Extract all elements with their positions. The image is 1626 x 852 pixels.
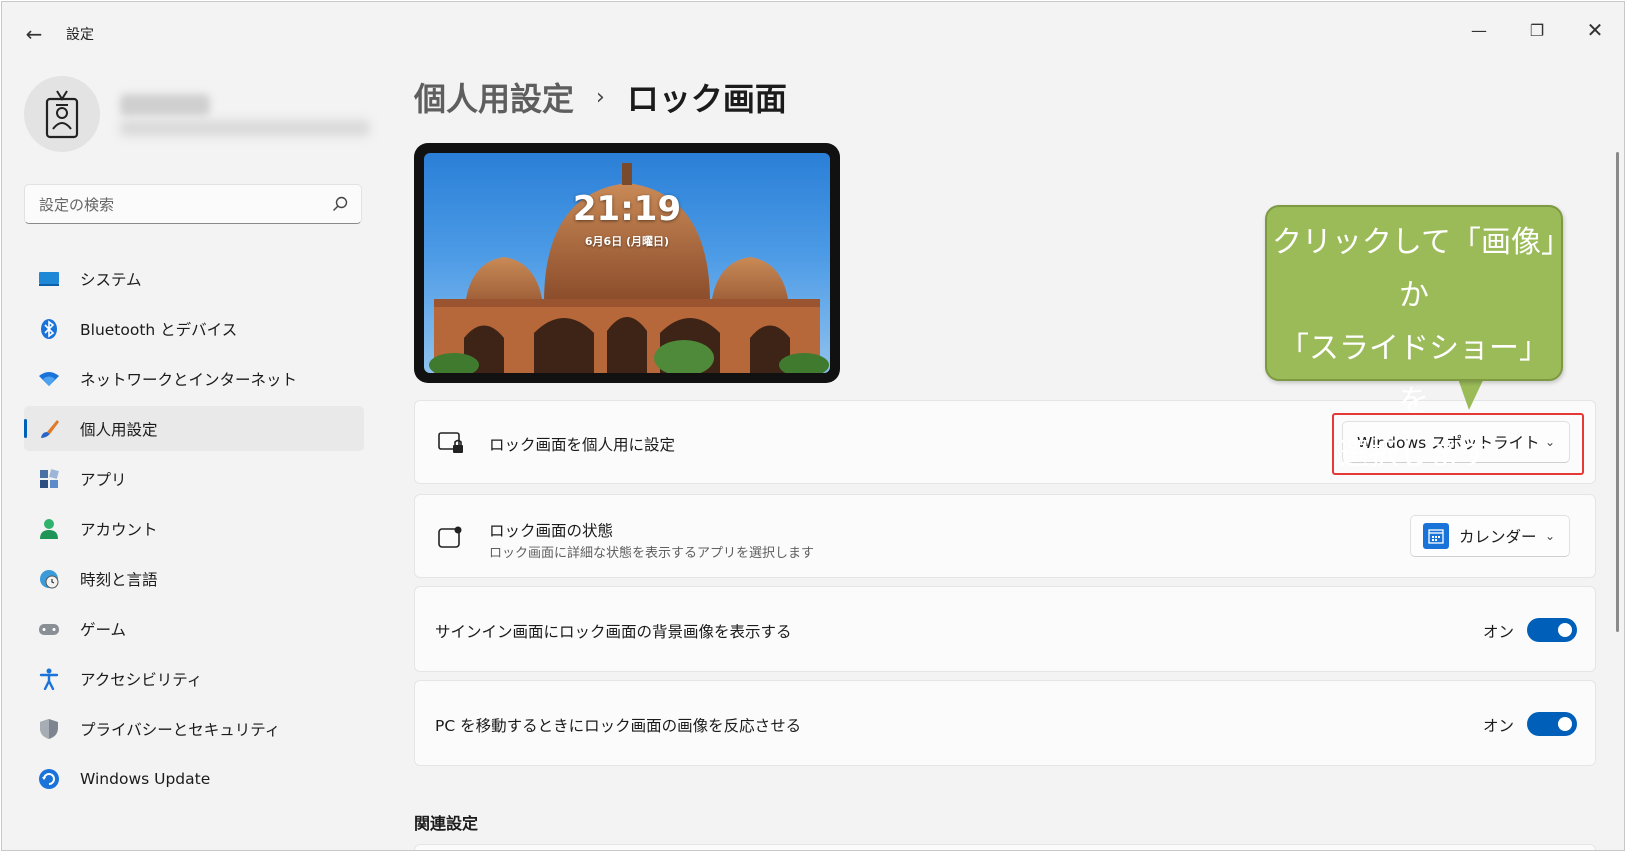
sidebar-item-label: Windows Update	[80, 769, 211, 788]
avatar[interactable]	[24, 76, 100, 152]
maximize-button[interactable]: ❐	[1514, 12, 1560, 48]
back-arrow-icon[interactable]: ←	[20, 20, 48, 48]
sidebar-item-accounts[interactable]: アカウント	[24, 506, 364, 551]
sidebar-item-label: ゲーム	[80, 620, 127, 639]
breadcrumb: 個人用設定 › ロック画面	[414, 74, 787, 120]
search-icon[interactable]	[331, 195, 349, 213]
scrollbar[interactable]	[1616, 152, 1619, 632]
sidebar-item-accessibility[interactable]: アクセシビリティ	[24, 656, 364, 701]
sidebar-item-privacy[interactable]: プライバシーとセキュリティ	[24, 706, 364, 751]
card-title: ロック画面の状態	[489, 522, 614, 540]
wifi-icon	[38, 368, 60, 390]
toggle-state-label: オン	[1483, 717, 1515, 735]
callout-line: 「スライドショー」を	[1279, 331, 1549, 419]
sidebar-item-label: プライバシーとセキュリティ	[80, 720, 281, 739]
related-settings-card[interactable]	[414, 844, 1596, 850]
app-title: 設定	[66, 27, 94, 43]
breadcrumb-parent[interactable]: 個人用設定	[414, 74, 574, 120]
gamepad-icon	[38, 618, 60, 640]
sidebar-item-label: アクセシビリティ	[80, 670, 203, 689]
sidebar-item-bluetooth[interactable]: Bluetooth とデバイス	[24, 306, 364, 351]
windows-update-icon	[38, 768, 60, 790]
system-display-icon	[38, 268, 60, 290]
chevron-down-icon: ⌄	[1544, 529, 1555, 543]
palace-image	[429, 163, 829, 373]
lock-screen-status-card: ロック画面の状態 ロック画面に詳細な状態を表示するアプリを選択します カレンダー…	[414, 494, 1596, 578]
settings-window: ← 設定 — ❐ ✕ システム	[1, 1, 1625, 851]
minimize-button[interactable]: —	[1456, 12, 1502, 48]
callout-line: 選択します	[1339, 437, 1489, 472]
globe-clock-icon	[38, 568, 60, 590]
preview-time: 21:19	[572, 189, 682, 229]
brush-icon	[38, 418, 60, 440]
lock-screen-icon	[438, 432, 463, 453]
callout-line: クリックして「画像」か	[1271, 225, 1557, 313]
sidebar-item-windows-update[interactable]: Windows Update	[24, 756, 364, 801]
accessibility-icon	[38, 668, 60, 690]
signin-background-toggle[interactable]	[1527, 618, 1577, 642]
motion-card: PC を移動するときにロック画面の画像を反応させる オン	[414, 680, 1596, 766]
search-box[interactable]	[24, 184, 362, 224]
apps-icon	[38, 468, 60, 490]
sidebar-item-system[interactable]: システム	[24, 256, 364, 301]
sidebar-item-apps[interactable]: アプリ	[24, 456, 364, 501]
sidebar-nav: システム Bluetooth とデバイス ネットワークとインターネット 個人用設…	[24, 256, 364, 806]
profile-name-blurred	[120, 94, 210, 116]
lock-status-icon	[438, 526, 462, 548]
annotation-callout: クリックして「画像」か 「スライドショー」を 選択します	[1265, 205, 1563, 472]
bluetooth-icon	[38, 318, 60, 340]
breadcrumb-separator: ›	[596, 84, 605, 110]
sidebar-item-label: Bluetooth とデバイス	[80, 320, 238, 339]
related-settings-heading: 関連設定	[414, 814, 479, 833]
close-button[interactable]: ✕	[1572, 12, 1618, 48]
sidebar-item-label: アカウント	[80, 520, 158, 539]
lock-screen-status-dropdown[interactable]: カレンダー ⌄	[1410, 515, 1570, 557]
sidebar-item-network[interactable]: ネットワークとインターネット	[24, 356, 364, 401]
sidebar-item-label: 個人用設定	[80, 420, 158, 439]
page-title: ロック画面	[626, 80, 787, 118]
badge-avatar-icon	[45, 90, 79, 139]
sidebar-item-label: システム	[80, 270, 142, 289]
sidebar-item-label: アプリ	[80, 470, 127, 489]
toggle-state-label: オン	[1483, 623, 1515, 641]
sidebar-item-time-language[interactable]: 時刻と言語	[24, 556, 364, 601]
profile-email-blurred	[120, 120, 370, 136]
card-title: サインイン画面にロック画面の背景画像を表示する	[435, 623, 792, 641]
sidebar-item-personalization[interactable]: 個人用設定	[24, 406, 364, 451]
title-bar: ← 設定 — ❐ ✕	[2, 2, 1624, 62]
card-subtitle: ロック画面に詳細な状態を表示するアプリを選択します	[489, 546, 815, 561]
shield-icon	[38, 718, 60, 740]
sidebar-item-gaming[interactable]: ゲーム	[24, 606, 364, 651]
card-title: ロック画面を個人用に設定	[489, 436, 676, 454]
search-input[interactable]	[39, 193, 319, 217]
preview-image: 21:19 6月6日 (月曜日)	[424, 153, 830, 373]
account-icon	[38, 518, 60, 540]
motion-toggle[interactable]	[1527, 712, 1577, 736]
sidebar-item-label: 時刻と言語	[80, 570, 158, 589]
calendar-icon	[1423, 523, 1449, 549]
dropdown-value: カレンダー	[1459, 528, 1537, 546]
lock-screen-preview: 21:19 6月6日 (月曜日)	[414, 143, 840, 383]
card-title: PC を移動するときにロック画面の画像を反応させる	[435, 717, 802, 735]
sidebar-item-label: ネットワークとインターネット	[80, 370, 298, 389]
preview-date: 6月6日 (月曜日)	[584, 235, 670, 248]
signin-background-card: サインイン画面にロック画面の背景画像を表示する オン	[414, 586, 1596, 672]
